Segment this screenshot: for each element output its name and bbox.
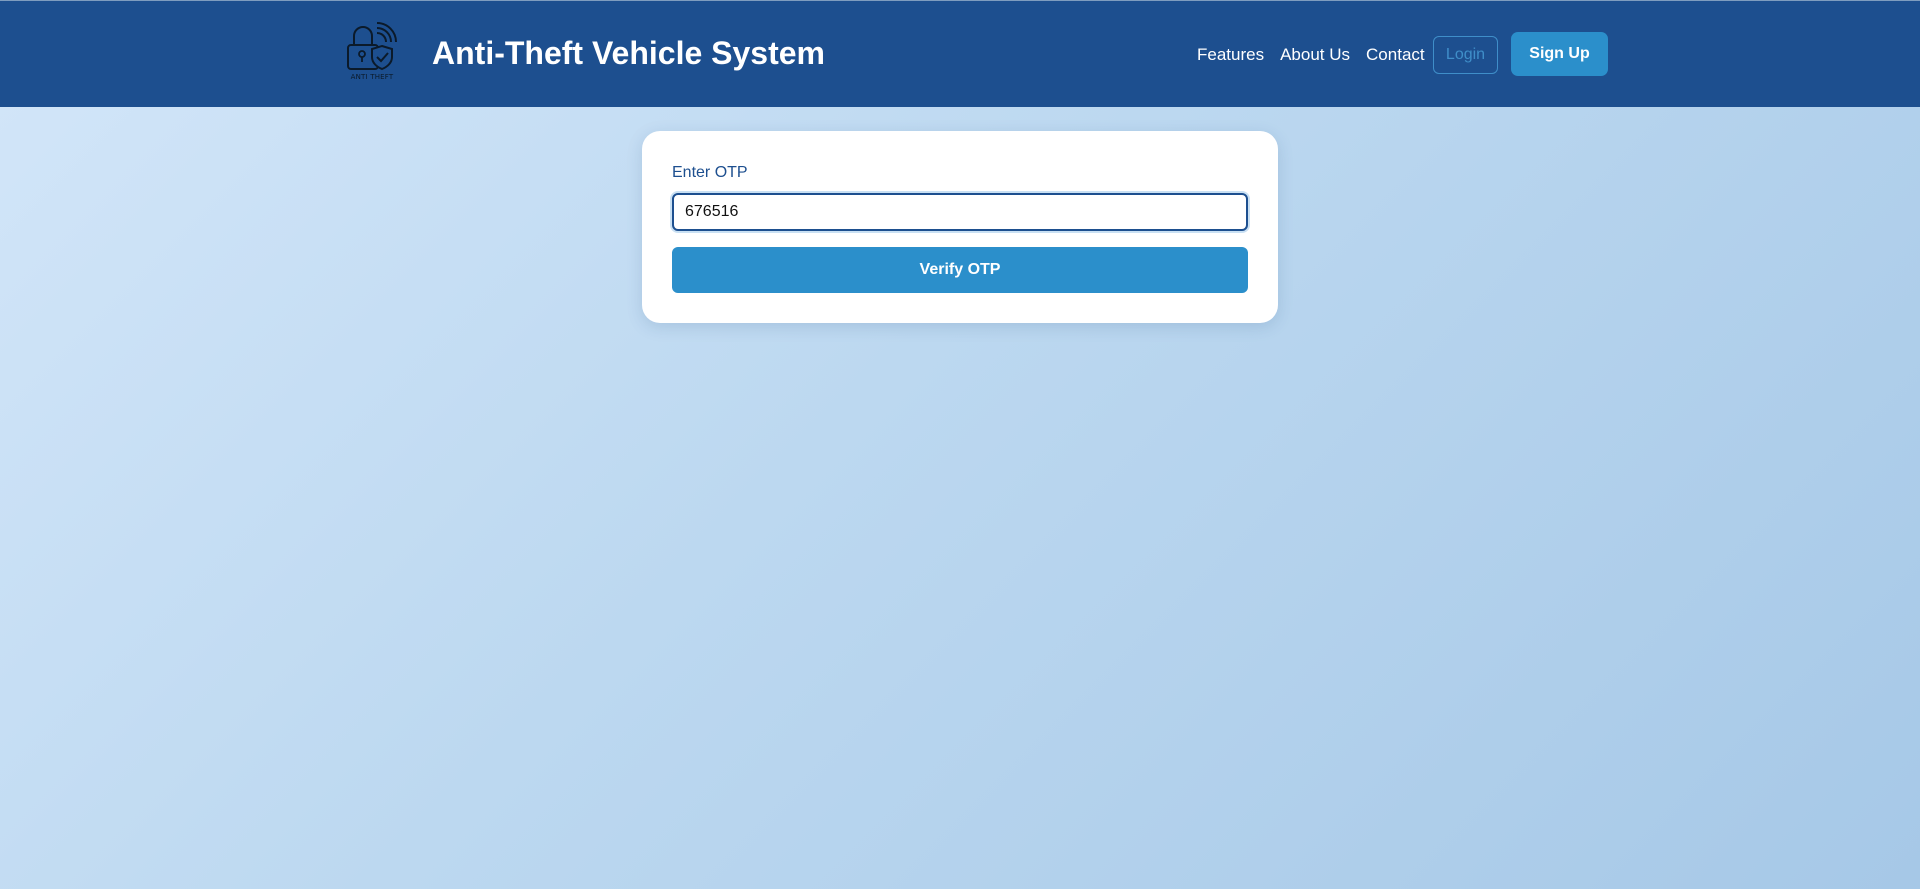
otp-card: Enter OTP Verify OTP	[642, 131, 1278, 323]
logo-text: ANTI THEFT	[350, 73, 394, 81]
verify-otp-button[interactable]: Verify OTP	[672, 247, 1248, 293]
nav-link-about-us[interactable]: About Us	[1280, 45, 1350, 65]
padlock-shield-wifi-logo-icon	[347, 22, 397, 71]
logo[interactable]: ANTI THEFT	[344, 21, 400, 87]
nav-link-contact[interactable]: Contact	[1366, 45, 1425, 65]
sign-up-button[interactable]: Sign Up	[1511, 32, 1608, 76]
navbar: ANTI THEFT Anti-Theft Vehicle System Fea…	[0, 0, 1920, 107]
nav-link-features[interactable]: Features	[1197, 45, 1264, 65]
otp-input[interactable]	[672, 193, 1248, 231]
login-button[interactable]: Login	[1433, 36, 1498, 74]
nav-links: Features About Us Contact	[1197, 45, 1425, 65]
otp-label: Enter OTP	[672, 164, 748, 181]
site-title: Anti-Theft Vehicle System	[432, 35, 825, 71]
